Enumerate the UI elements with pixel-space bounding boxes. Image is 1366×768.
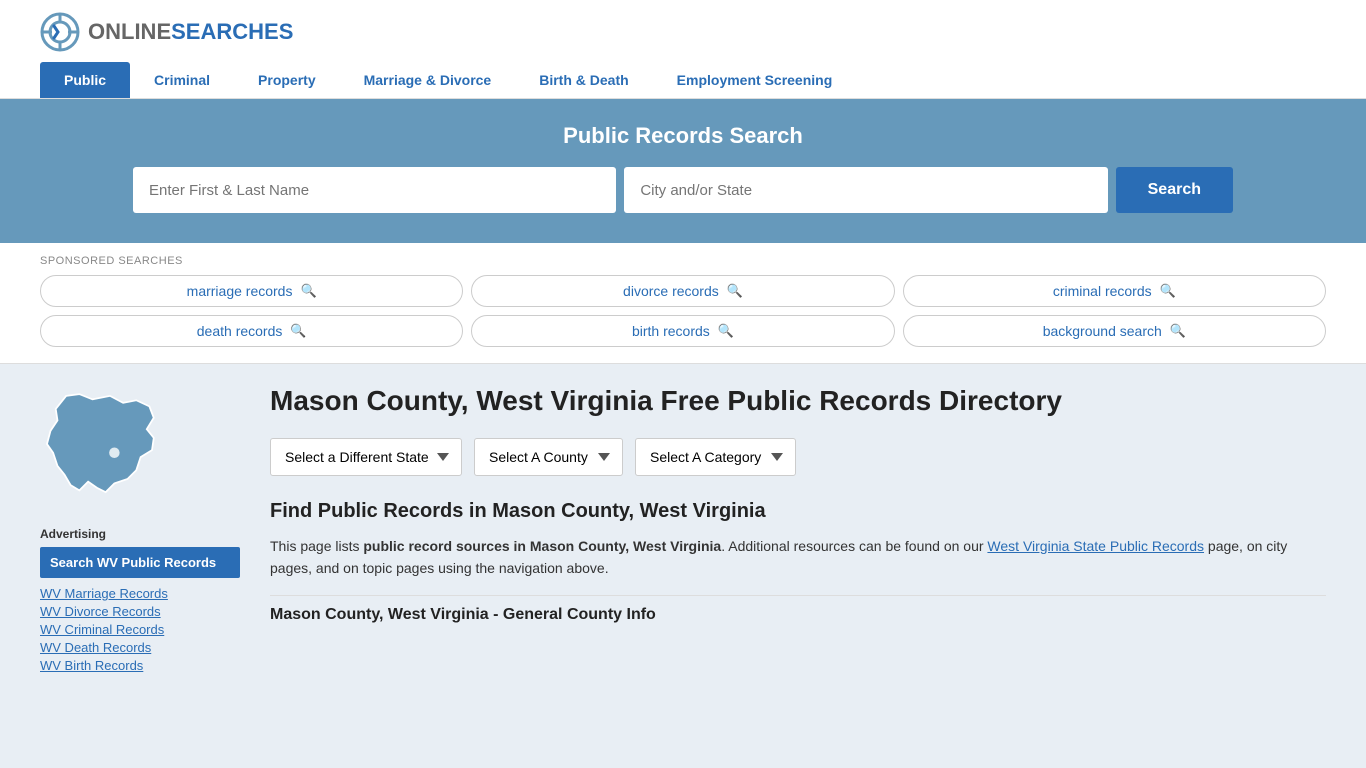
sidebar-link-birth[interactable]: WV Birth Records xyxy=(40,658,240,673)
state-dropdown[interactable]: Select a Different State xyxy=(270,438,462,476)
nav-item-public[interactable]: Public xyxy=(40,62,130,98)
find-text-part1: This page lists xyxy=(270,538,363,554)
section-subtitle: Mason County, West Virginia - General Co… xyxy=(270,606,1326,624)
sponsored-label: SPONSORED SEARCHES xyxy=(40,255,1326,267)
find-text-part2: . Additional resources can be found on o… xyxy=(721,538,987,554)
dropdowns-row: Select a Different State Select A County… xyxy=(270,438,1326,476)
sidebar: Advertising Search WV Public Records WV … xyxy=(40,384,240,676)
county-dropdown[interactable]: Select A County xyxy=(474,438,623,476)
nav-item-property[interactable]: Property xyxy=(234,62,340,98)
wv-state-map xyxy=(40,384,180,504)
sidebar-ad-button[interactable]: Search WV Public Records xyxy=(40,547,240,578)
sponsored-item-marriage[interactable]: marriage records 🔍 xyxy=(40,275,463,307)
hero-section: Public Records Search Search xyxy=(0,99,1366,243)
nav-item-criminal[interactable]: Criminal xyxy=(130,62,234,98)
sponsored-item-divorce-label: divorce records xyxy=(623,283,719,299)
location-input[interactable] xyxy=(624,167,1107,213)
search-icon-criminal: 🔍 xyxy=(1160,283,1176,299)
nav-item-employment[interactable]: Employment Screening xyxy=(653,62,857,98)
sidebar-link-marriage[interactable]: WV Marriage Records xyxy=(40,586,240,601)
search-icon-birth: 🔍 xyxy=(718,323,734,339)
sidebar-link-criminal[interactable]: WV Criminal Records xyxy=(40,622,240,637)
sponsored-grid: marriage records 🔍 divorce records 🔍 cri… xyxy=(40,275,1326,347)
sponsored-item-death-label: death records xyxy=(197,323,283,339)
sponsored-item-divorce[interactable]: divorce records 🔍 xyxy=(471,275,894,307)
sponsored-item-marriage-label: marriage records xyxy=(187,283,293,299)
header: ONLINESEARCHES Public Criminal Property … xyxy=(0,0,1366,99)
sponsored-section: SPONSORED SEARCHES marriage records 🔍 di… xyxy=(0,243,1366,364)
main-nav: Public Criminal Property Marriage & Divo… xyxy=(40,62,1326,98)
sponsored-item-death[interactable]: death records 🔍 xyxy=(40,315,463,347)
sponsored-item-birth[interactable]: birth records 🔍 xyxy=(471,315,894,347)
sponsored-item-criminal[interactable]: criminal records 🔍 xyxy=(903,275,1326,307)
search-icon-divorce: 🔍 xyxy=(727,283,743,299)
sidebar-ad-label: Advertising xyxy=(40,527,240,541)
category-dropdown[interactable]: Select A Category xyxy=(635,438,796,476)
logo-icon xyxy=(40,12,80,52)
search-button[interactable]: Search xyxy=(1116,167,1233,213)
find-records-title: Find Public Records in Mason County, Wes… xyxy=(270,500,1326,523)
find-text-link[interactable]: West Virginia State Public Records xyxy=(987,538,1204,554)
nav-item-birth-death[interactable]: Birth & Death xyxy=(515,62,652,98)
content-area: Mason County, West Virginia Free Public … xyxy=(270,384,1326,676)
sponsored-item-birth-label: birth records xyxy=(632,323,710,339)
name-input[interactable] xyxy=(133,167,616,213)
search-icon-marriage: 🔍 xyxy=(300,283,316,299)
sponsored-item-criminal-label: criminal records xyxy=(1053,283,1152,299)
sidebar-link-divorce[interactable]: WV Divorce Records xyxy=(40,604,240,619)
main-content: Advertising Search WV Public Records WV … xyxy=(0,364,1366,696)
find-records-text: This page lists public record sources in… xyxy=(270,535,1326,580)
search-icon-background: 🔍 xyxy=(1170,323,1186,339)
sidebar-link-death[interactable]: WV Death Records xyxy=(40,640,240,655)
page-title: Mason County, West Virginia Free Public … xyxy=(270,384,1326,418)
nav-item-marriage-divorce[interactable]: Marriage & Divorce xyxy=(340,62,516,98)
sponsored-item-background[interactable]: background search 🔍 xyxy=(903,315,1326,347)
hero-title: Public Records Search xyxy=(40,123,1326,149)
find-text-bold: public record sources in Mason County, W… xyxy=(363,538,721,554)
header-top: ONLINESEARCHES xyxy=(40,12,1326,52)
logo-text: ONLINESEARCHES xyxy=(88,19,293,45)
logo[interactable]: ONLINESEARCHES xyxy=(40,12,293,52)
sponsored-item-background-label: background search xyxy=(1043,323,1162,339)
search-icon-death: 🔍 xyxy=(290,323,306,339)
search-bar: Search xyxy=(133,167,1233,213)
content-divider xyxy=(270,595,1326,596)
